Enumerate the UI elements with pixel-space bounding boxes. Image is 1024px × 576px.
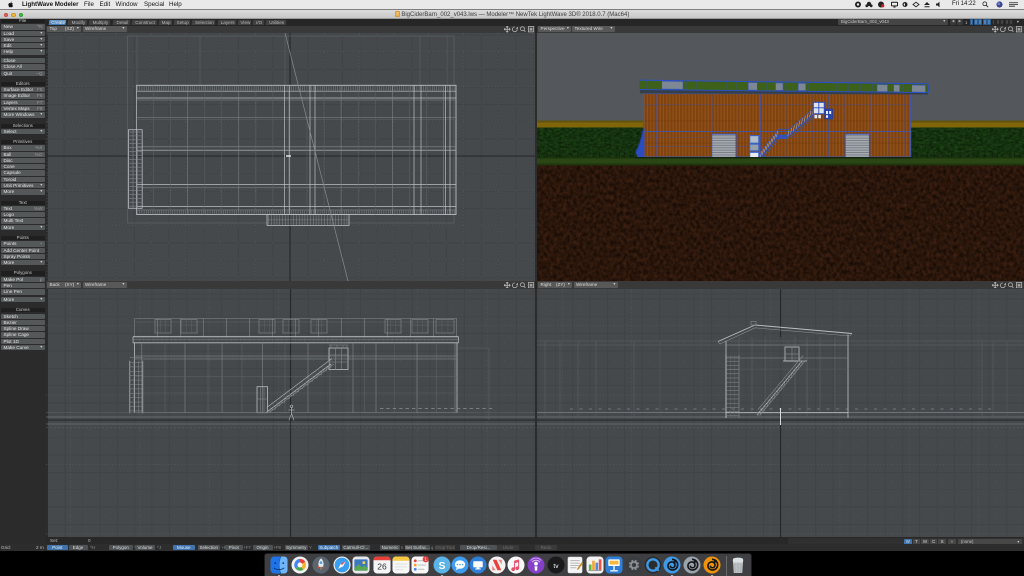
svg-text:26: 26 [377, 561, 387, 571]
svg-text:S: S [439, 560, 446, 571]
svg-text:tv: tv [553, 562, 559, 569]
